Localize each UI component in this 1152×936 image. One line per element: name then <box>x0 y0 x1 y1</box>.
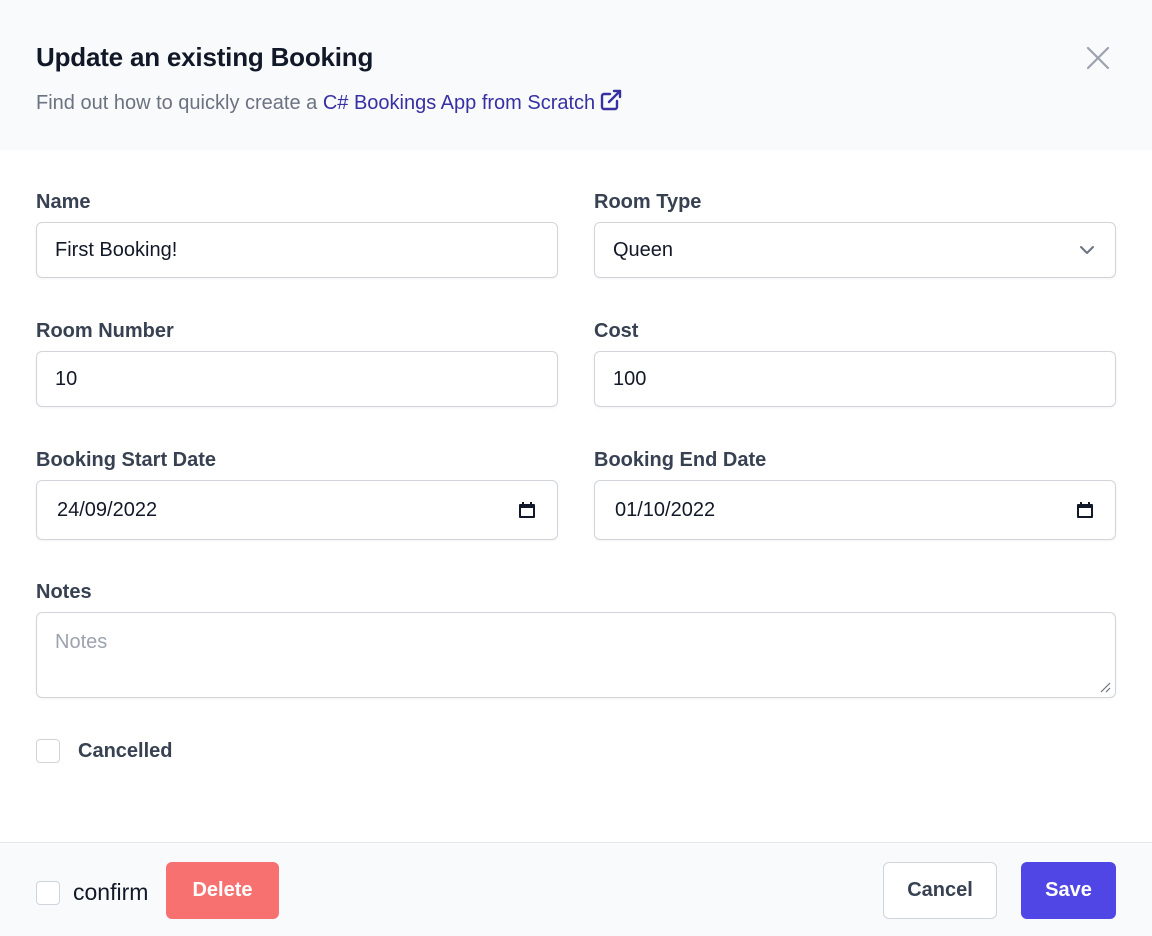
cancelled-label: Cancelled <box>78 740 173 762</box>
notes-textarea[interactable]: Notes <box>36 612 1116 698</box>
save-button[interactable]: Save <box>1021 862 1116 919</box>
subtitle-text: Find out how to quickly create a <box>36 92 323 114</box>
start-date-label: Booking Start Date <box>36 449 217 471</box>
end-date-input[interactable]: 01/10/2022 <box>594 480 1116 540</box>
room-type-select[interactable]: Queen <box>594 222 1116 278</box>
subtitle: Find out how to quickly create a C# Book… <box>36 88 623 115</box>
start-date-input[interactable]: 24/09/2022 <box>36 480 558 540</box>
room-number-label: Room Number <box>36 320 174 342</box>
cost-label: Cost <box>594 320 639 342</box>
start-date-value: 24/09/2022 <box>57 498 158 521</box>
name-label: Name <box>36 191 91 213</box>
room-type-label: Room Type <box>594 191 702 213</box>
calendar-icon[interactable] <box>1075 500 1095 520</box>
calendar-icon[interactable] <box>517 500 537 520</box>
room-type-value: Queen <box>613 238 674 261</box>
name-input[interactable] <box>36 222 558 278</box>
close-button[interactable] <box>1082 42 1114 74</box>
modal-footer: confirm Delete Cancel Save <box>0 842 1152 936</box>
end-date-value: 01/10/2022 <box>615 498 716 521</box>
confirm-label: confirm <box>73 879 149 905</box>
chevron-down-icon <box>1080 246 1094 254</box>
resize-handle-icon[interactable] <box>1099 681 1111 693</box>
cancel-button[interactable]: Cancel <box>883 862 997 919</box>
cost-input[interactable] <box>594 351 1116 407</box>
end-date-label: Booking End Date <box>594 449 767 471</box>
confirm-checkbox[interactable] <box>36 881 60 905</box>
notes-label: Notes <box>36 581 92 603</box>
page-title: Update an existing Booking <box>36 42 374 72</box>
delete-button[interactable]: Delete <box>166 862 279 919</box>
cancelled-checkbox[interactable] <box>36 739 60 763</box>
room-number-input[interactable] <box>36 351 558 407</box>
bookings-app-link[interactable]: C# Bookings App from Scratch <box>322 89 623 114</box>
modal-header: Update an existing Booking Find out how … <box>0 0 1152 150</box>
notes-placeholder: Notes <box>55 631 108 653</box>
close-icon <box>1086 46 1110 70</box>
external-link-icon <box>600 89 622 111</box>
bookings-app-link-text: C# Bookings App from Scratch <box>322 92 596 114</box>
